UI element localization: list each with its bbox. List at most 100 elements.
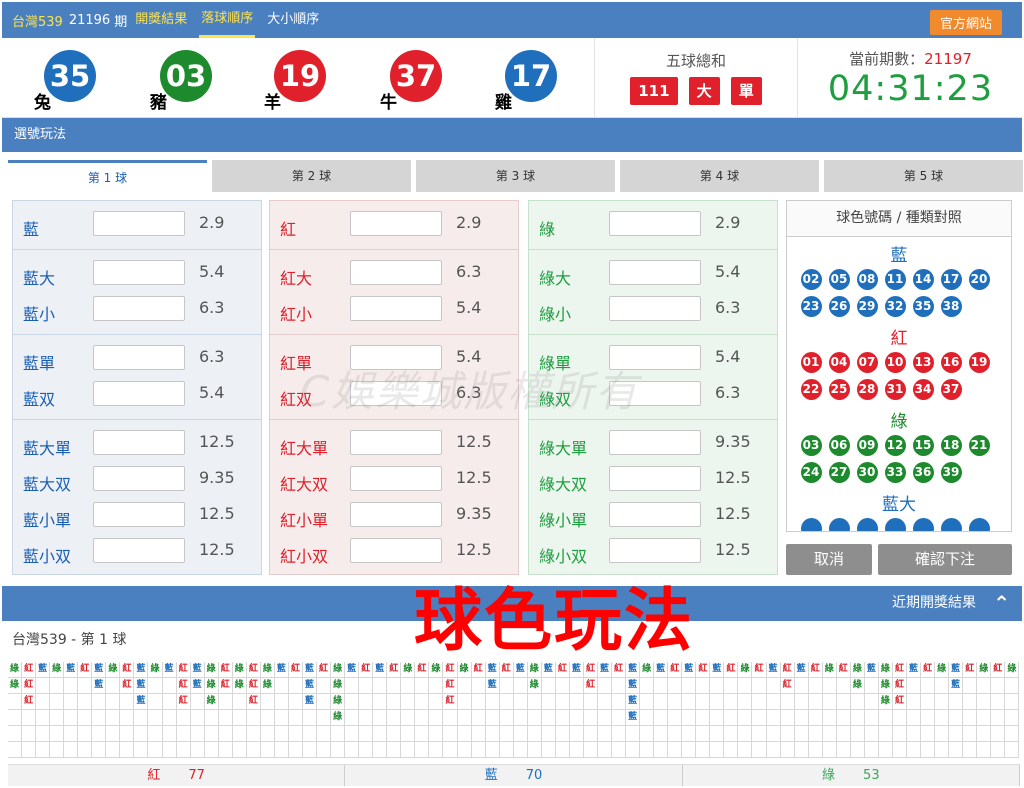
roadmap-cell: 綠: [204, 678, 219, 694]
roadmap-cell: [583, 710, 598, 726]
roadmap-cell: [429, 726, 444, 742]
roadmap-cell: [597, 726, 613, 742]
bet-amount-input[interactable]: [609, 538, 701, 563]
bet-label: 藍單: [23, 354, 56, 373]
confirm-bet-button[interactable]: 確認下注: [878, 544, 1012, 575]
tab-drop-order[interactable]: 落球順序: [199, 2, 256, 38]
roadmap-cell: [387, 694, 402, 710]
bet-amount-input[interactable]: [350, 502, 442, 527]
roadmap-cell: 紅: [752, 662, 767, 678]
tab-ball-3[interactable]: 第 3 球: [416, 160, 615, 192]
roadmap-cell: [359, 742, 374, 758]
roadmap-cell: [1005, 710, 1020, 726]
roadmap-cell: 綠: [232, 662, 247, 678]
roadmap-cell: 綠: [527, 662, 542, 678]
bet-label: 綠小双: [539, 547, 588, 566]
bet-amount-input[interactable]: [93, 538, 185, 563]
bet-amount-input[interactable]: [609, 211, 701, 236]
roadmap-cell: [148, 694, 163, 710]
issue-number: 21196: [68, 12, 111, 28]
roadmap-cell: 綠: [204, 662, 219, 678]
roadmap-cell: [541, 694, 556, 710]
roadmap-cell: [218, 694, 233, 710]
tab-size-order[interactable]: 大小順序: [265, 2, 321, 38]
period-value: 21197: [924, 50, 972, 68]
roadmap-cell: [317, 710, 332, 726]
roadmap-cell: [22, 710, 37, 726]
bet-amount-input[interactable]: [609, 260, 701, 285]
zodiac-label: 雞: [495, 93, 512, 113]
bet-amount-input[interactable]: [350, 260, 442, 285]
number-ball: 15: [912, 435, 934, 456]
roadmap-cell: [949, 726, 964, 742]
roadmap-cell: [668, 678, 683, 694]
roadmap-cell: 綠: [850, 678, 865, 694]
roadmap-cell: [148, 710, 163, 726]
bet-amount-input[interactable]: [93, 260, 185, 285]
roadmap-cell: [457, 726, 472, 742]
bet-amount-input[interactable]: [609, 296, 701, 321]
bet-row: 綠大双 12.5: [529, 463, 777, 499]
bet-odds: 6.3: [715, 383, 741, 402]
number-ball: 14: [912, 269, 934, 290]
roadmap-cell: 綠: [850, 662, 865, 678]
bet-amount-input[interactable]: [93, 345, 185, 370]
roadmap-cell: 紅: [921, 662, 936, 678]
bet-label: 綠小單: [539, 511, 588, 530]
roadmap-cell: [457, 742, 472, 758]
roadmap-cell: 紅: [555, 662, 570, 678]
official-site-button[interactable]: 官方網站: [929, 10, 1002, 35]
roadmap-cell: 紅: [317, 662, 332, 678]
roadmap-cell: [134, 710, 149, 726]
bet-odds: 12.5: [715, 540, 751, 559]
bet-amount-input[interactable]: [93, 211, 185, 236]
roadmap-cell: [345, 678, 360, 694]
bet-amount-input[interactable]: [609, 502, 701, 527]
number-ball: 38: [940, 296, 962, 317]
roadmap-cell: [471, 694, 486, 710]
chevron-up-icon[interactable]: ⌃: [993, 586, 1010, 621]
bet-amount-input[interactable]: [350, 211, 442, 236]
tab-ball-5[interactable]: 第 5 球: [824, 160, 1023, 192]
tab-ball-4[interactable]: 第 4 球: [620, 160, 819, 192]
bet-amount-input[interactable]: [93, 296, 185, 321]
bet-odds: 5.4: [199, 262, 225, 281]
number-ball: 30: [856, 462, 878, 483]
roadmap-cell: [92, 742, 107, 758]
bet-amount-input[interactable]: [609, 466, 701, 491]
bet-row: 紅大單 12.5: [270, 427, 518, 463]
tab-draw-results[interactable]: 開獎結果: [133, 2, 189, 38]
bet-amount-input[interactable]: [350, 466, 442, 491]
roadmap-cell: [106, 678, 121, 694]
roadmap-cell: [864, 710, 879, 726]
bet-amount-input[interactable]: [350, 430, 442, 455]
tab-ball-1[interactable]: 第 1 球: [8, 160, 207, 194]
bet-amount-input[interactable]: [93, 381, 185, 406]
bet-amount-input[interactable]: [93, 430, 185, 455]
roadmap-cell: 紅: [246, 678, 261, 694]
roadmap-cell: [485, 742, 500, 758]
roadmap-cell: 紅: [892, 662, 907, 678]
bet-label: 藍小双: [23, 547, 72, 566]
roadmap-cell: 紅: [443, 662, 458, 678]
roadmap-cell: [822, 710, 837, 726]
bet-odds: 12.5: [456, 432, 492, 451]
roadmap-cell: [780, 710, 795, 726]
roadmap-cell: [36, 742, 51, 758]
bet-amount-input[interactable]: [350, 538, 442, 563]
bet-amount-input[interactable]: [350, 296, 442, 321]
roadmap-cell: [935, 726, 950, 742]
number-ball: 17: [940, 269, 962, 290]
roadmap-cell: [808, 710, 823, 726]
cancel-button[interactable]: 取消: [786, 544, 872, 575]
roadmap-cell: [766, 742, 781, 758]
reference-ball-row: 01 04 07 10 13 16 19 22 25 28 31 34 37: [787, 349, 1011, 403]
bet-amount-input[interactable]: [93, 466, 185, 491]
roadmap-cell: [935, 710, 950, 726]
tab-ball-2[interactable]: 第 2 球: [212, 160, 411, 192]
bet-amount-input[interactable]: [93, 502, 185, 527]
bet-row: 綠小双 12.5: [529, 535, 777, 571]
roadmap-cell: [583, 694, 598, 710]
roadmap-cell: [822, 726, 837, 742]
bet-amount-input[interactable]: [609, 430, 701, 455]
